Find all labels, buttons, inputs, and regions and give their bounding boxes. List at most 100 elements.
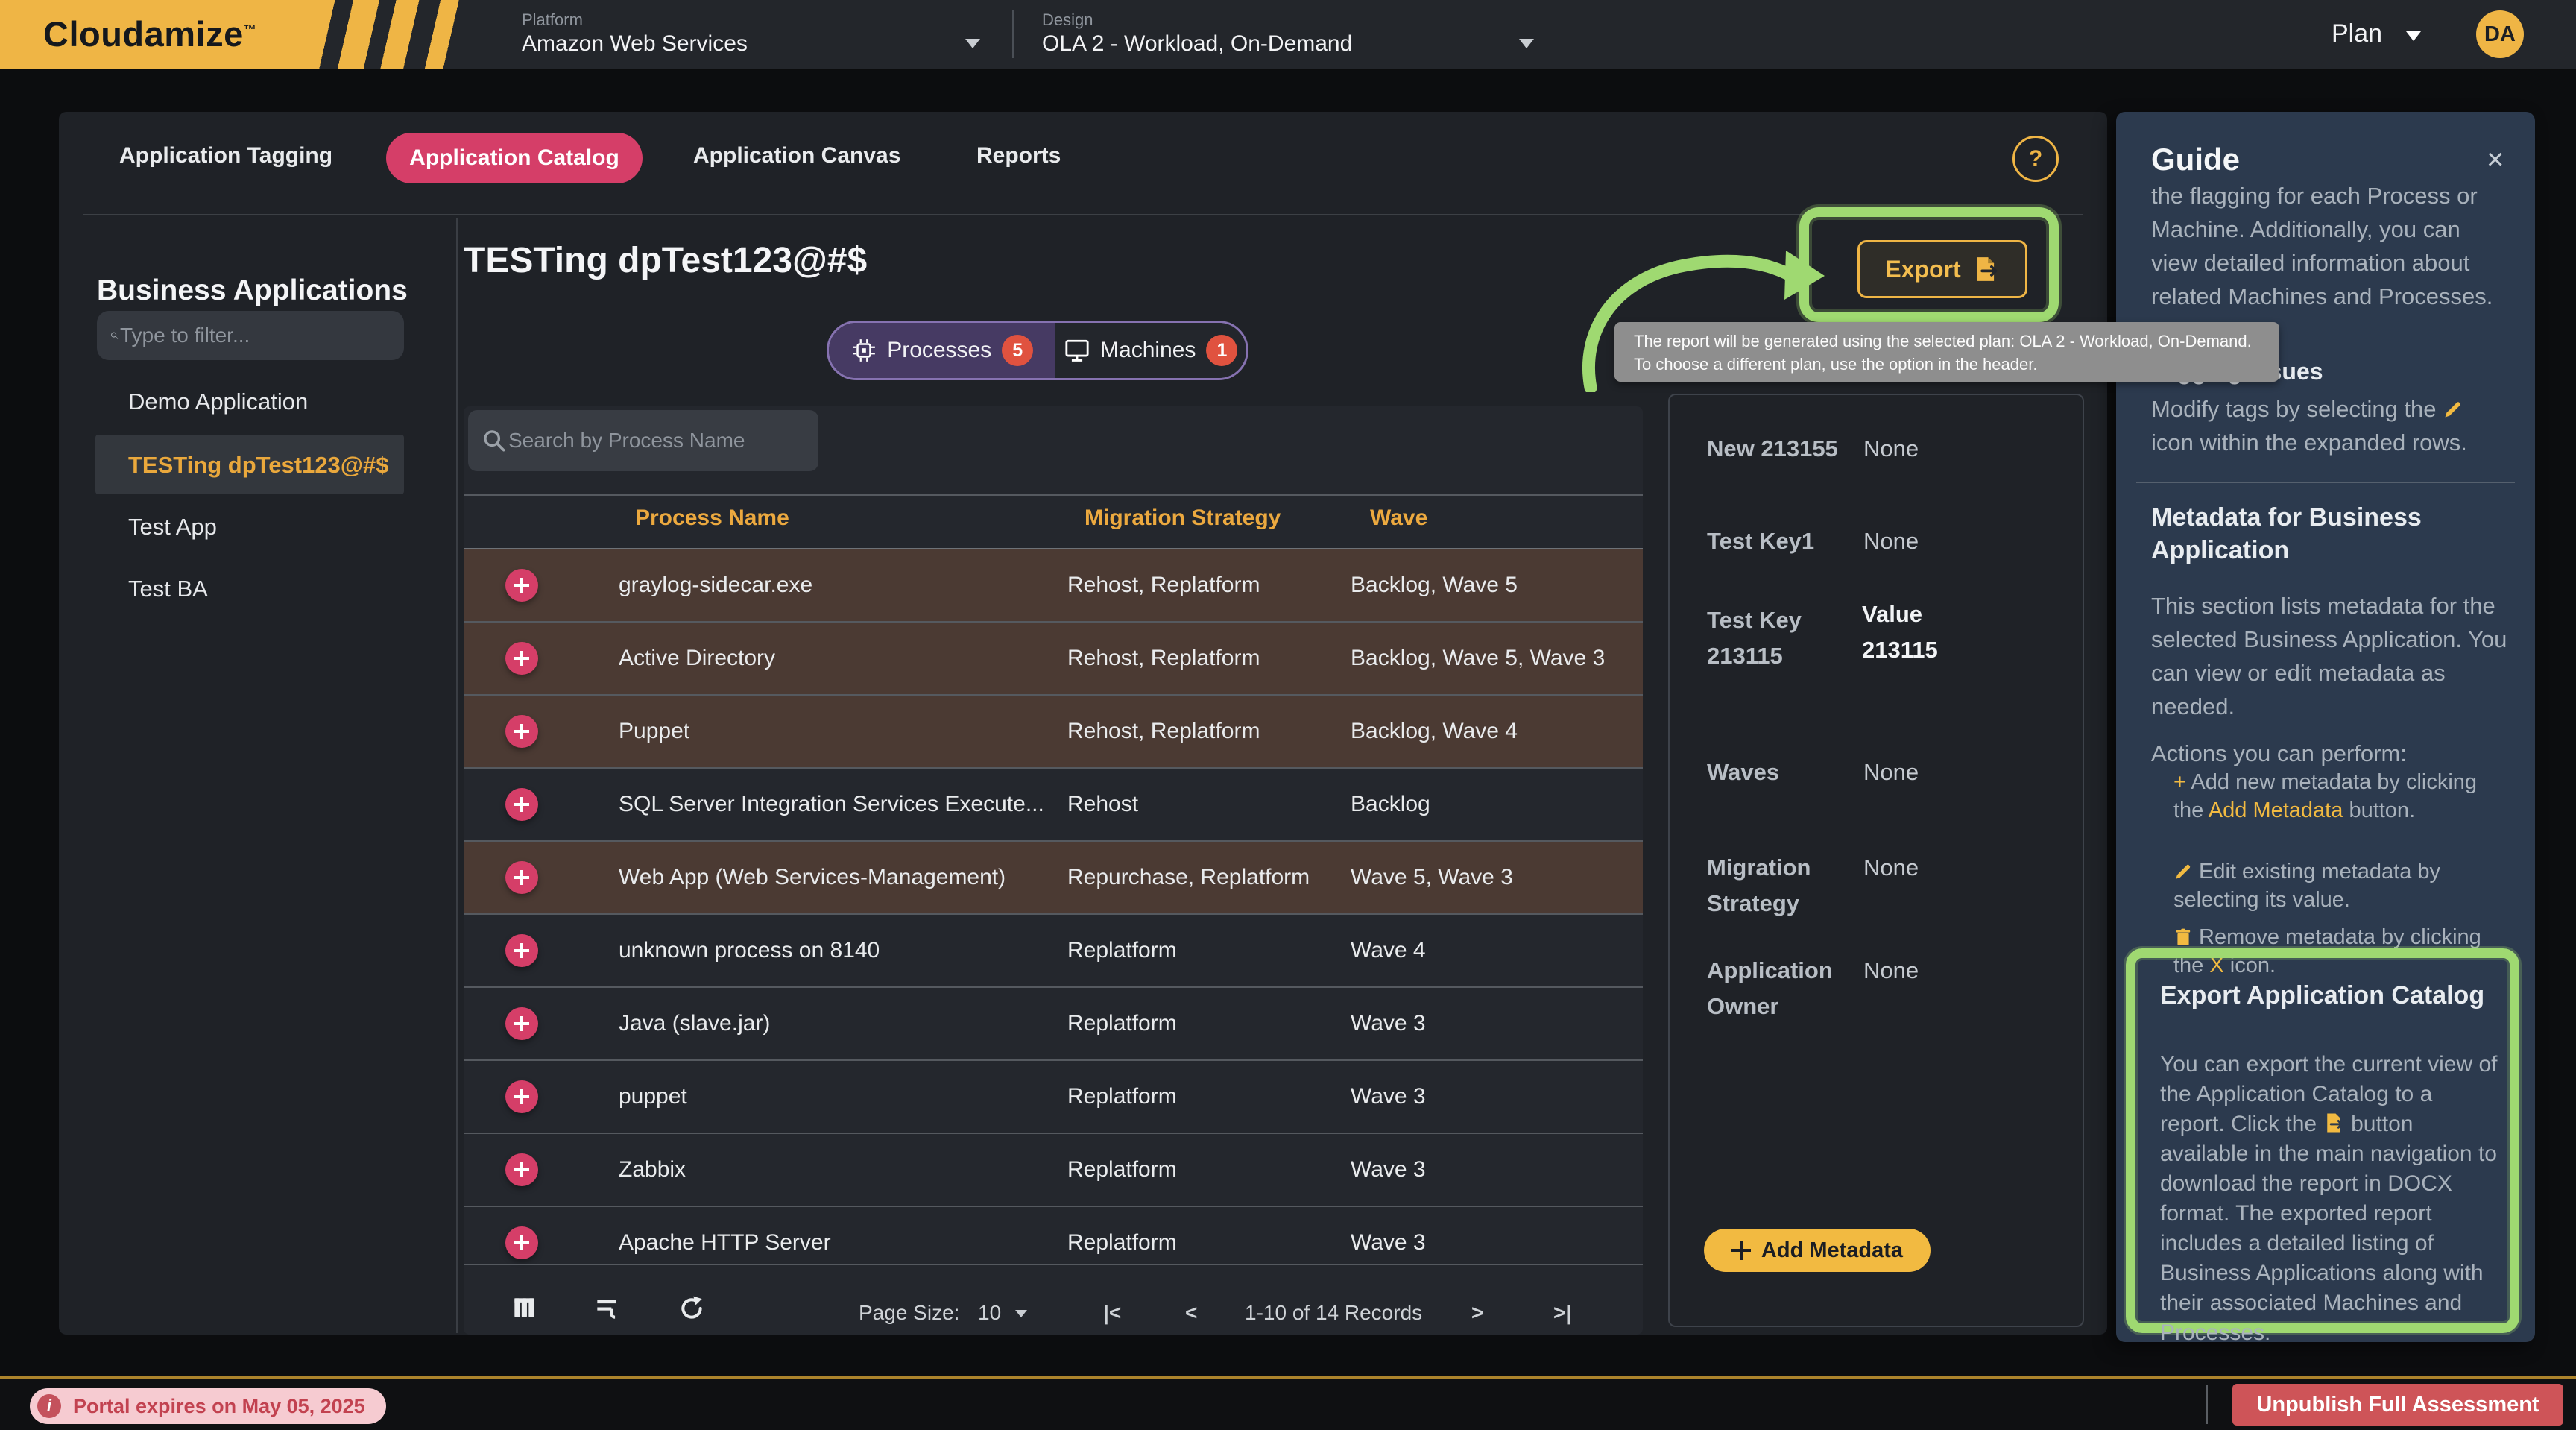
process-name: Active Directory bbox=[619, 646, 775, 671]
unpublish-button[interactable]: Unpublish Full Assessment bbox=[2232, 1384, 2563, 1426]
metadata-value[interactable]: None bbox=[1863, 755, 1919, 790]
metadata-value[interactable]: None bbox=[1863, 953, 1919, 989]
table-row[interactable]: Web App (Web Services-Management) Repurc… bbox=[464, 842, 1643, 913]
sidebar-item-testing-dptest[interactable]: TESTing dpTest123@#$ bbox=[128, 452, 389, 479]
sidebar-item-test-ba[interactable]: Test BA bbox=[128, 576, 208, 602]
wave: Wave 3 bbox=[1351, 1084, 1426, 1109]
bottom-divider bbox=[2206, 1385, 2208, 1424]
close-icon[interactable]: × bbox=[2487, 145, 2504, 174]
sidebar-item-demo-application[interactable]: Demo Application bbox=[128, 388, 308, 415]
table-row[interactable]: unknown process on 8140 Replatform Wave … bbox=[464, 915, 1643, 986]
expand-row-icon[interactable] bbox=[505, 1007, 538, 1040]
action-edit-text: Edit existing metadata by selecting its … bbox=[2174, 860, 2440, 912]
tab-reports[interactable]: Reports bbox=[976, 143, 1061, 168]
wave: Backlog, Wave 5, Wave 3 bbox=[1351, 646, 1605, 671]
filter-lines-icon[interactable] bbox=[592, 1294, 622, 1322]
metadata-value[interactable]: Value 213115 bbox=[1862, 596, 1992, 668]
add-metadata-button[interactable]: Add Metadata bbox=[1704, 1229, 1931, 1272]
trademark: ™ bbox=[244, 22, 257, 37]
chevron-down-icon[interactable] bbox=[965, 39, 980, 48]
table-row[interactable]: Java (slave.jar) Replatform Wave 3 bbox=[464, 988, 1643, 1059]
wave: Wave 3 bbox=[1351, 1157, 1426, 1182]
design-label: Design bbox=[1042, 10, 1093, 30]
guide-action-edit: Edit existing metadata by selecting its … bbox=[2174, 857, 2513, 914]
wave: Wave 5, Wave 3 bbox=[1351, 865, 1513, 890]
expand-row-icon[interactable] bbox=[505, 1080, 538, 1113]
guide-metadata-body: This section lists metadata for the sele… bbox=[2151, 589, 2507, 723]
first-page-icon[interactable]: |< bbox=[1103, 1301, 1121, 1325]
guide-actions-heading: Actions you can perform: bbox=[2151, 737, 2407, 770]
table-row[interactable]: Active Directory Rehost, Replatform Back… bbox=[464, 623, 1643, 694]
cpu-icon bbox=[851, 338, 877, 363]
sidebar-item-test-app[interactable]: Test App bbox=[128, 514, 217, 541]
process-name: Apache HTTP Server bbox=[619, 1230, 831, 1256]
expand-row-icon[interactable] bbox=[505, 934, 538, 967]
top-header: Cloudamize™ Platform Amazon Web Services… bbox=[0, 0, 2576, 70]
wave: Wave 4 bbox=[1351, 938, 1426, 963]
design-select[interactable]: OLA 2 - Workload, On-Demand bbox=[1042, 31, 1352, 57]
metadata-value[interactable]: None bbox=[1863, 431, 1919, 467]
wave: Wave 3 bbox=[1351, 1230, 1426, 1256]
expand-row-icon[interactable] bbox=[505, 569, 538, 602]
refresh-icon[interactable] bbox=[677, 1294, 707, 1323]
guide-tagging-body: Modify tags by selecting theicon within … bbox=[2151, 392, 2507, 459]
last-page-icon[interactable]: >| bbox=[1553, 1301, 1571, 1325]
toggle-machines[interactable]: Machines 1 bbox=[1055, 323, 1246, 378]
page-size-select[interactable]: 10 bbox=[978, 1301, 1001, 1325]
metadata-value[interactable]: None bbox=[1863, 523, 1919, 559]
process-name: Puppet bbox=[619, 719, 689, 744]
add-metadata-label: Add Metadata bbox=[1761, 1238, 1903, 1263]
plan-menu[interactable]: Plan bbox=[2332, 19, 2382, 48]
table-row[interactable]: Zabbix Replatform Wave 3 bbox=[464, 1134, 1643, 1206]
col-wave: Wave bbox=[1370, 505, 1427, 531]
migration-strategy: Rehost, Replatform bbox=[1067, 646, 1260, 671]
expand-row-icon[interactable] bbox=[505, 715, 538, 748]
migration-strategy: Rehost, Replatform bbox=[1067, 573, 1260, 598]
guide-panel: Guide × the flagging for each Process or… bbox=[2116, 112, 2535, 1342]
expand-row-icon[interactable] bbox=[505, 861, 538, 894]
expand-row-icon[interactable] bbox=[505, 788, 538, 821]
expand-row-icon[interactable] bbox=[505, 642, 538, 675]
wave: Backlog, Wave 5 bbox=[1351, 573, 1518, 598]
action-add-suffix: button. bbox=[2349, 799, 2415, 822]
table-row[interactable]: SQL Server Integration Services Execute.… bbox=[464, 769, 1643, 840]
page-title: TESTing dpTest123@#$ bbox=[464, 240, 867, 281]
expand-row-icon[interactable] bbox=[505, 1226, 538, 1259]
metadata-value[interactable]: None bbox=[1863, 850, 1919, 886]
avatar[interactable]: DA bbox=[2476, 10, 2524, 58]
guide-action-add: + Add new metadata by clicking the Add M… bbox=[2174, 768, 2496, 825]
chevron-down-icon[interactable] bbox=[2406, 31, 2421, 41]
filter-input[interactable] bbox=[119, 323, 391, 348]
tab-application-tagging[interactable]: Application Tagging bbox=[119, 143, 332, 168]
tab-application-canvas[interactable]: Application Canvas bbox=[693, 143, 900, 168]
expand-row-icon[interactable] bbox=[505, 1153, 538, 1186]
guide-tagging-prefix: Modify tags by selecting the bbox=[2151, 396, 2437, 422]
processes-count-badge: 5 bbox=[1002, 335, 1033, 366]
portal-expiry-text: Portal expires on May 05, 2025 bbox=[73, 1395, 365, 1418]
process-name: puppet bbox=[619, 1084, 687, 1109]
metadata-key: Application Owner bbox=[1707, 953, 1882, 1024]
table-row[interactable]: puppet Replatform Wave 3 bbox=[464, 1061, 1643, 1133]
platform-select[interactable]: Amazon Web Services bbox=[522, 31, 748, 57]
info-icon: i bbox=[37, 1394, 61, 1418]
table-row[interactable]: graylog-sidecar.exe Rehost, Replatform B… bbox=[464, 549, 1643, 621]
metadata-key: New 213155 bbox=[1707, 431, 1838, 467]
chevron-down-icon[interactable] bbox=[1015, 1310, 1027, 1317]
migration-strategy: Repurchase, Replatform bbox=[1067, 865, 1310, 890]
process-name: graylog-sidecar.exe bbox=[619, 573, 812, 598]
col-process-name: Process Name bbox=[635, 505, 789, 531]
sidebar-filter[interactable] bbox=[97, 311, 404, 360]
next-page-icon[interactable]: > bbox=[1471, 1301, 1483, 1325]
toggle-processes[interactable]: Processes 5 bbox=[829, 323, 1055, 378]
migration-strategy: Rehost, Replatform bbox=[1067, 719, 1260, 744]
prev-page-icon[interactable]: < bbox=[1185, 1301, 1197, 1325]
process-search[interactable] bbox=[468, 410, 818, 471]
page-size-label: Page Size: bbox=[859, 1301, 959, 1325]
tab-application-catalog[interactable]: Application Catalog bbox=[386, 133, 643, 183]
process-search-input[interactable] bbox=[507, 428, 805, 453]
help-icon[interactable]: ? bbox=[2012, 136, 2059, 182]
chevron-down-icon[interactable] bbox=[1519, 39, 1534, 48]
app-root: Cloudamize™ Platform Amazon Web Services… bbox=[0, 0, 2576, 1430]
columns-icon[interactable] bbox=[510, 1294, 538, 1322]
table-row[interactable]: Puppet Rehost, Replatform Backlog, Wave … bbox=[464, 696, 1643, 767]
